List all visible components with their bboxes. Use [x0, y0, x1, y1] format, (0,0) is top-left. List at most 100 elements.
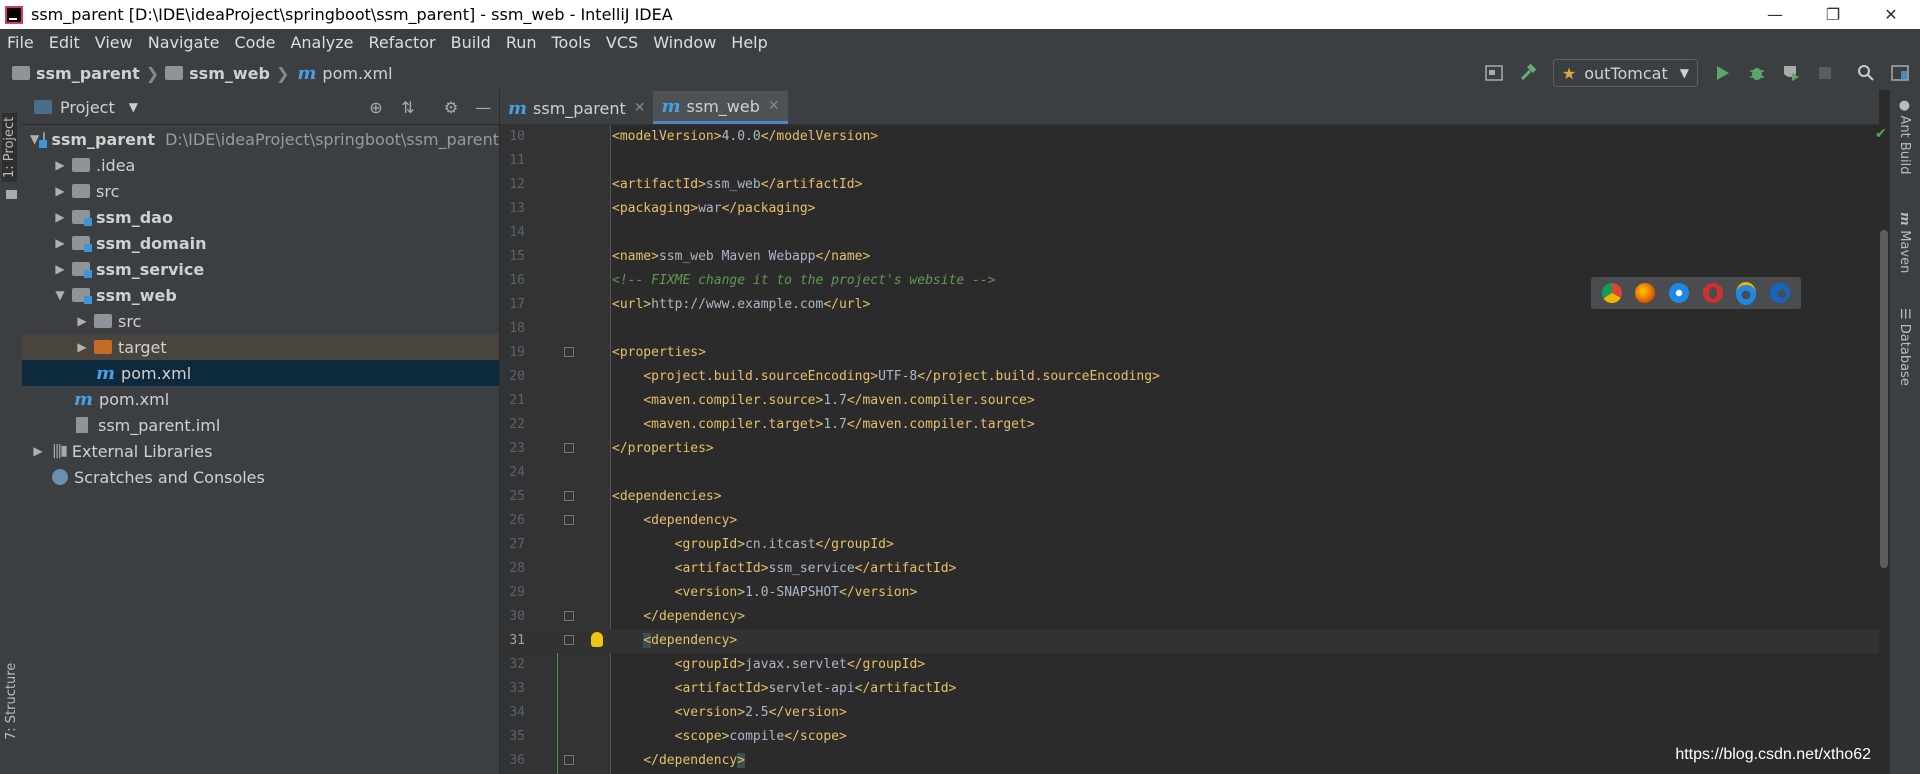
- menu-build[interactable]: Build: [444, 33, 499, 52]
- project-structure-icon[interactable]: [1480, 59, 1508, 87]
- line-number: 28: [509, 561, 525, 576]
- fold-icon[interactable]: [564, 611, 574, 621]
- menu-vcs[interactable]: VCS: [599, 33, 646, 52]
- line-number: 21: [509, 393, 525, 408]
- tree-item-ssm-domain[interactable]: ▶ ssm_domain: [22, 230, 499, 256]
- editor-scrollbar[interactable]: [1880, 230, 1888, 568]
- build-hammer-icon[interactable]: [1514, 59, 1542, 87]
- firefox-icon[interactable]: [1635, 283, 1656, 303]
- hide-panel-icon[interactable]: —: [470, 94, 496, 120]
- code-line: 26 <dependency>: [500, 509, 1879, 533]
- tool-tab-ant-build[interactable]: ● Ant Build: [1897, 100, 1912, 174]
- tree-item-label: src: [118, 311, 142, 331]
- tab-label: ssm_web: [686, 96, 760, 116]
- breadcrumb-ssm-web[interactable]: ssm_web ❯: [161, 64, 291, 83]
- tree-item-label: ssm_dao: [96, 207, 173, 227]
- minimize-icon[interactable]: —: [1746, 0, 1804, 29]
- breadcrumb-pom[interactable]: m pom.xml: [291, 63, 392, 84]
- chevron-right-icon[interactable]: ▶: [52, 158, 68, 172]
- code-text: <modelVersion>4.0.0</modelVersion>: [612, 129, 879, 144]
- tree-item-web-src[interactable]: ▶ src: [22, 308, 499, 334]
- chevron-right-icon[interactable]: ▶: [52, 236, 68, 250]
- code-text: </properties>: [612, 441, 714, 456]
- tree-item-ssm-web[interactable]: ▼ ssm_web: [22, 282, 499, 308]
- run-icon[interactable]: [1709, 59, 1737, 87]
- tree-item-src[interactable]: ▶ src: [22, 178, 499, 204]
- tool-tab-project[interactable]: 1: Project: [2, 112, 17, 182]
- menu-navigate[interactable]: Navigate: [141, 33, 228, 52]
- fold-icon[interactable]: [564, 635, 574, 645]
- tool-tab-structure[interactable]: 7: Structure: [4, 663, 19, 740]
- project-view-icon: [34, 100, 52, 114]
- breadcrumb-ssm-parent[interactable]: ssm_parent ❯: [0, 64, 161, 83]
- chevron-right-icon[interactable]: ▶: [74, 340, 90, 354]
- code-line: 19 <properties>: [500, 341, 1879, 365]
- tree-item-idea[interactable]: ▶ .idea: [22, 152, 499, 178]
- chevron-right-icon[interactable]: ▶: [52, 262, 68, 276]
- line-number: 17: [509, 297, 525, 312]
- project-view-selector[interactable]: Project: [60, 98, 115, 117]
- coverage-icon[interactable]: [1777, 59, 1805, 87]
- menu-edit[interactable]: Edit: [42, 33, 88, 52]
- menu-view[interactable]: View: [88, 33, 141, 52]
- chevron-down-icon[interactable]: ▼: [129, 100, 138, 114]
- code-line: 14: [500, 221, 1879, 245]
- chevron-down-icon[interactable]: ▼: [52, 288, 68, 302]
- line-number: 23: [509, 441, 525, 456]
- tree-item-parent-pom[interactable]: m pom.xml: [22, 386, 499, 412]
- menu-code[interactable]: Code: [228, 33, 284, 52]
- tab-ssm-parent[interactable]: m ssm_parent ✕: [500, 92, 653, 124]
- stop-icon[interactable]: [1811, 59, 1839, 87]
- layout-icon[interactable]: [1886, 59, 1914, 87]
- code-editor[interactable]: 10 <modelVersion>4.0.0</modelVersion> 11 …: [500, 125, 1879, 774]
- tree-item-ssm-parent[interactable]: ▼ ssm_parent D:\IDE\ideaProject\springbo…: [22, 126, 499, 152]
- edge-icon[interactable]: [1770, 283, 1791, 303]
- close-tab-icon[interactable]: ✕: [634, 100, 646, 116]
- collapse-all-icon[interactable]: ⇅: [395, 94, 421, 120]
- code-text: <packaging>war</packaging>: [612, 201, 816, 216]
- menu-window[interactable]: Window: [646, 33, 724, 52]
- tree-item-ssm-service[interactable]: ▶ ssm_service: [22, 256, 499, 282]
- menu-tools[interactable]: Tools: [545, 33, 599, 52]
- restore-icon[interactable]: ❐: [1804, 0, 1862, 29]
- module-folder-icon: [165, 66, 184, 80]
- tree-item-scratches[interactable]: Scratches and Consoles: [22, 464, 499, 490]
- tool-tab-database[interactable]: ☰ Database: [1897, 308, 1912, 386]
- tree-item-web-pom[interactable]: m pom.xml: [22, 360, 499, 386]
- fold-icon[interactable]: [564, 755, 574, 765]
- chevron-right-icon[interactable]: ▶: [52, 210, 68, 224]
- gear-icon[interactable]: ⚙: [438, 94, 464, 120]
- fold-icon[interactable]: [564, 491, 574, 501]
- tree-item-ssm-dao[interactable]: ▶ ssm_dao: [22, 204, 499, 230]
- safari-icon[interactable]: [1669, 283, 1690, 303]
- navigation-bar: ssm_parent ❯ ssm_web ❯ m pom.xml ★ outTo…: [0, 56, 1920, 91]
- locate-icon[interactable]: ⊕: [363, 94, 389, 120]
- chevron-right-icon[interactable]: ▶: [30, 444, 46, 458]
- menu-refactor[interactable]: Refactor: [362, 33, 444, 52]
- search-icon[interactable]: [1852, 59, 1880, 87]
- tree-item-iml[interactable]: ssm_parent.iml: [22, 412, 499, 438]
- chevron-right-icon[interactable]: ▶: [52, 184, 68, 198]
- menu-analyze[interactable]: Analyze: [283, 33, 361, 52]
- fold-icon[interactable]: [564, 515, 574, 525]
- internet-explorer-icon[interactable]: [1736, 281, 1757, 305]
- close-icon[interactable]: ✕: [1862, 0, 1920, 29]
- tree-item-external-libraries[interactable]: ▶ |||▮ External Libraries: [22, 438, 499, 464]
- tool-tab-maven[interactable]: m Maven: [1897, 212, 1912, 273]
- tab-ssm-web[interactable]: m ssm_web ✕: [653, 91, 788, 124]
- close-tab-icon[interactable]: ✕: [768, 98, 780, 114]
- opera-icon[interactable]: [1702, 283, 1723, 303]
- maven-file-icon: m: [297, 62, 317, 84]
- fold-icon[interactable]: [564, 443, 574, 453]
- menu-help[interactable]: Help: [724, 33, 775, 52]
- menu-run[interactable]: Run: [499, 33, 545, 52]
- run-configuration-select[interactable]: ★ outTomcat ▼: [1552, 59, 1698, 87]
- chrome-icon[interactable]: [1601, 283, 1622, 303]
- debug-icon[interactable]: [1743, 59, 1771, 87]
- chevron-right-icon[interactable]: ▶: [74, 314, 90, 328]
- chevron-down-icon[interactable]: ▼: [30, 132, 39, 146]
- lightbulb-icon[interactable]: [591, 632, 603, 647]
- tree-item-target[interactable]: ▶ target: [22, 334, 499, 360]
- menu-file[interactable]: File: [0, 33, 42, 52]
- fold-icon[interactable]: [564, 347, 574, 357]
